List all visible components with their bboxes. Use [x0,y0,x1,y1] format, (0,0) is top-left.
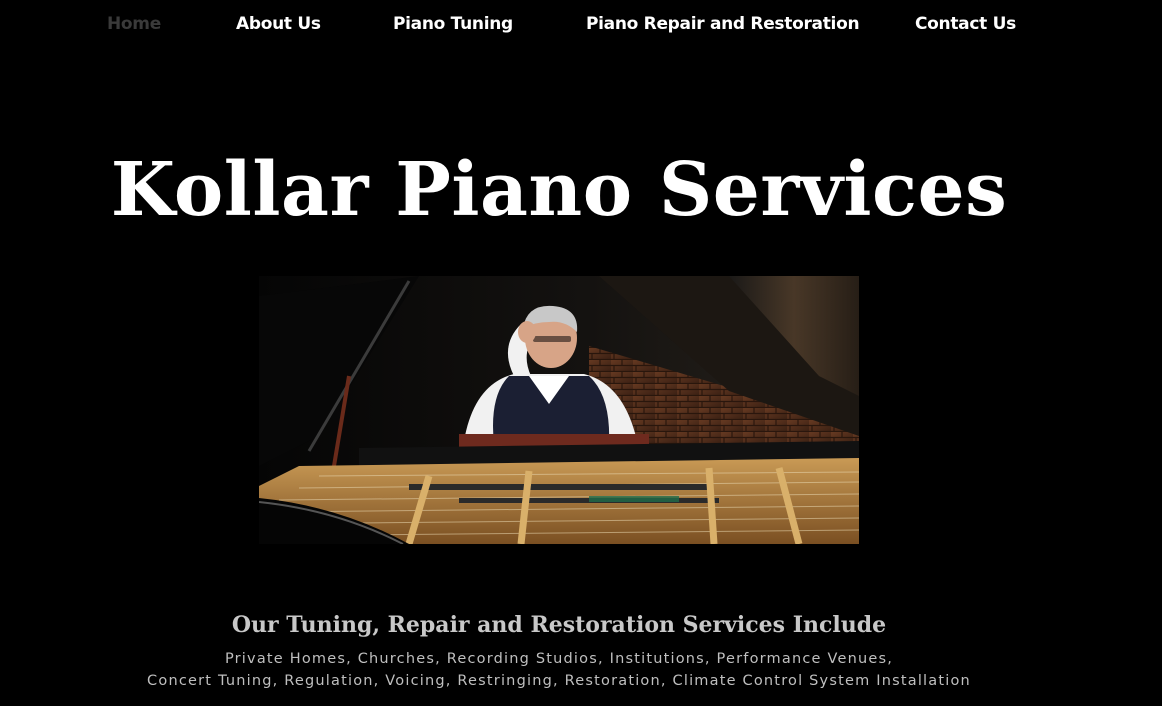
nav-item-home[interactable]: Home [107,12,161,36]
pianist-photo [259,276,859,544]
services-venues-text: Private Homes, Churches, Recording Studi… [224,651,894,667]
nav-item-piano-tuning[interactable]: Piano Tuning [393,12,513,36]
main-navigation: Home About Us Piano Tuning Piano Repair … [0,0,1162,48]
services-list-text: Concert Tuning, Regulation, Voicing, Res… [147,673,971,689]
services-heading: Our Tuning, Repair and Restoration Servi… [231,612,887,638]
site-title: Kollar Piano Services [110,147,1008,233]
nav-item-about-us[interactable]: About Us [236,12,321,36]
nav-item-contact-us[interactable]: Contact Us [915,12,1016,36]
hero-image [259,276,859,544]
nav-item-piano-repair[interactable]: Piano Repair and Restoration [586,12,860,36]
